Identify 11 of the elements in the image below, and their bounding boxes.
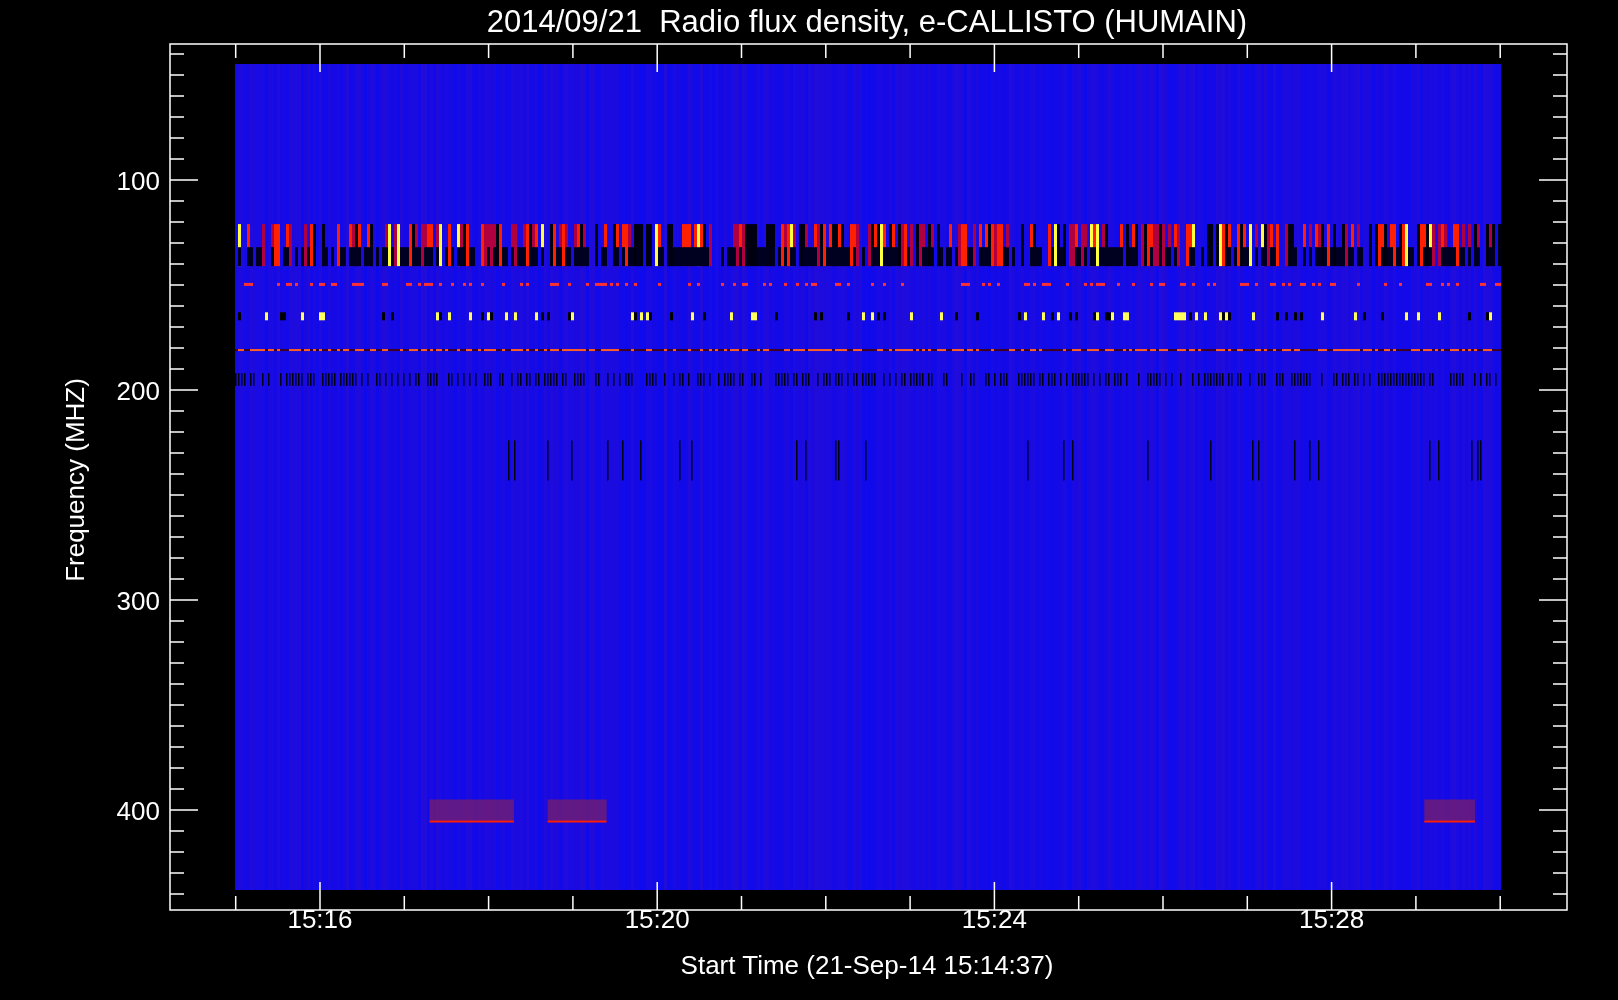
x-tick-label: 15:28 <box>1299 904 1365 934</box>
x-tick-label: 15:24 <box>961 904 1027 934</box>
y-tick-label: 200 <box>116 376 160 406</box>
y-axis-label: Frequency (MHZ) <box>60 378 90 582</box>
chart-title: 2014/09/21 Radio flux density, e-CALLISTO (HUMAIN) <box>486 4 1248 39</box>
x-tick-label: 15:20 <box>624 904 690 934</box>
y-tick-label: 100 <box>116 166 160 196</box>
y-tick-label: 300 <box>116 586 160 616</box>
x-axis-label: Start Time (21-Sep-14 15:14:37) <box>680 950 1054 980</box>
x-tick-label: 15:16 <box>287 904 353 934</box>
y-tick-label: 400 <box>116 796 160 826</box>
